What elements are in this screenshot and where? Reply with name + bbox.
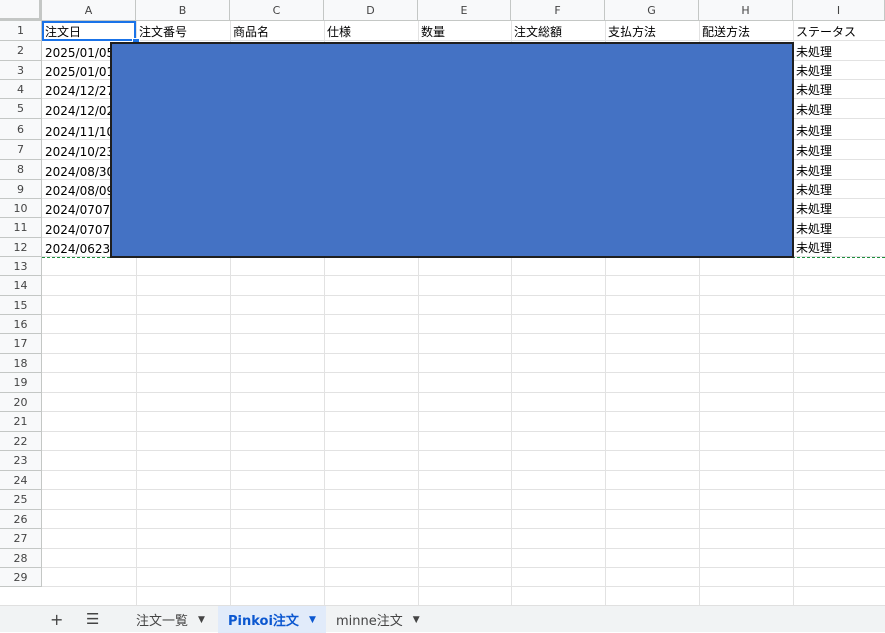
row-gridline bbox=[42, 295, 885, 296]
row-header-18[interactable]: 18 bbox=[0, 354, 42, 373]
column-header-f[interactable]: F bbox=[511, 0, 605, 21]
row-gridline bbox=[42, 333, 885, 334]
tab-order-list[interactable]: 注文一覧 ▼ bbox=[126, 606, 215, 633]
row-header-21[interactable]: 21 bbox=[0, 412, 42, 432]
status-cell[interactable]: 未処理 bbox=[793, 180, 885, 199]
row-header-2[interactable]: 2 bbox=[0, 41, 42, 61]
row-gridline bbox=[42, 314, 885, 315]
row-gridline bbox=[42, 548, 885, 549]
header-cell[interactable]: 商品名 bbox=[230, 21, 324, 41]
status-cell[interactable]: 未処理 bbox=[793, 119, 885, 140]
row-header-12[interactable]: 12 bbox=[0, 238, 42, 257]
row-gridline bbox=[42, 528, 885, 529]
column-header-d[interactable]: D bbox=[324, 0, 418, 21]
row-header-13[interactable]: 13 bbox=[0, 257, 42, 276]
column-header-a[interactable]: A bbox=[42, 0, 136, 21]
row-gridline bbox=[42, 431, 885, 432]
header-cell[interactable]: 仕様 bbox=[324, 21, 418, 41]
spreadsheet-grid[interactable]: A B C D E F G H I 1 2 3 4 5 6 7 8 9 10 11 12 13 14 15 16 17 18 19 20… bbox=[0, 0, 885, 605]
status-cell[interactable]: 未処理 bbox=[793, 41, 885, 61]
row-header-25[interactable]: 25 bbox=[0, 490, 42, 510]
chevron-down-icon[interactable]: ▼ bbox=[309, 615, 316, 625]
row-header-22[interactable]: 22 bbox=[0, 432, 42, 451]
row-header-20[interactable]: 20 bbox=[0, 393, 42, 412]
row-header-11[interactable]: 11 bbox=[0, 218, 42, 238]
column-header-g[interactable]: G bbox=[605, 0, 699, 21]
status-cell[interactable]: 未処理 bbox=[793, 160, 885, 180]
header-cell[interactable]: 注文総額 bbox=[511, 21, 605, 41]
row-gridline bbox=[42, 411, 885, 412]
status-cell[interactable]: 未処理 bbox=[793, 218, 885, 238]
sheet-tab-bar: + ☰ 注文一覧 ▼ Pinkoi注文 ▼ minne注文 ▼ bbox=[0, 605, 885, 633]
tab-label: 注文一覧 bbox=[136, 614, 189, 629]
tab-minne-orders[interactable]: minne注文 ▼ bbox=[326, 606, 430, 633]
header-cell[interactable]: 注文番号 bbox=[136, 21, 230, 41]
row-gridline bbox=[42, 586, 885, 587]
row-header-15[interactable]: 15 bbox=[0, 296, 42, 315]
row-gridline bbox=[42, 567, 885, 568]
column-header-c[interactable]: C bbox=[230, 0, 324, 21]
hamburger-menu-icon[interactable]: ☰ bbox=[86, 610, 99, 628]
header-cell[interactable]: ステータス bbox=[793, 21, 885, 41]
row-header-10[interactable]: 10 bbox=[0, 199, 42, 218]
row-header-9[interactable]: 9 bbox=[0, 180, 42, 199]
row-header-27[interactable]: 27 bbox=[0, 529, 42, 549]
selected-cell-outline bbox=[42, 21, 136, 41]
row-gridline bbox=[42, 392, 885, 393]
header-cell[interactable]: 支払方法 bbox=[605, 21, 699, 41]
row-header-5[interactable]: 5 bbox=[0, 99, 42, 119]
row-header-23[interactable]: 23 bbox=[0, 451, 42, 471]
row-header-28[interactable]: 28 bbox=[0, 549, 42, 568]
column-header-b[interactable]: B bbox=[136, 0, 230, 21]
row-gridline bbox=[42, 353, 885, 354]
row-gridline bbox=[42, 509, 885, 510]
row-gridline bbox=[42, 372, 885, 373]
row-header-26[interactable]: 26 bbox=[0, 510, 42, 529]
column-header-h[interactable]: H bbox=[699, 0, 793, 21]
row-header-1[interactable]: 1 bbox=[0, 21, 42, 41]
status-cell[interactable]: 未処理 bbox=[793, 238, 885, 257]
column-header-e[interactable]: E bbox=[418, 0, 511, 21]
header-cell[interactable]: 配送方法 bbox=[699, 21, 793, 41]
status-cell[interactable]: 未処理 bbox=[793, 140, 885, 160]
row-gridline bbox=[42, 450, 885, 451]
row-header-14[interactable]: 14 bbox=[0, 276, 42, 296]
row-header-7[interactable]: 7 bbox=[0, 140, 42, 160]
select-all-corner[interactable] bbox=[0, 0, 42, 21]
row-header-8[interactable]: 8 bbox=[0, 160, 42, 180]
chevron-down-icon[interactable]: ▼ bbox=[198, 615, 205, 625]
row-gridline bbox=[42, 275, 885, 276]
tab-label: minne注文 bbox=[336, 614, 403, 629]
plus-icon[interactable]: + bbox=[50, 610, 63, 629]
status-cell[interactable]: 未処理 bbox=[793, 61, 885, 80]
row-header-16[interactable]: 16 bbox=[0, 315, 42, 334]
header-cell[interactable]: 数量 bbox=[418, 21, 511, 41]
row-header-6[interactable]: 6 bbox=[0, 119, 42, 140]
column-header-i[interactable]: I bbox=[793, 0, 885, 21]
row-header-3[interactable]: 3 bbox=[0, 61, 42, 80]
row-header-4[interactable]: 4 bbox=[0, 80, 42, 99]
status-cell[interactable]: 未処理 bbox=[793, 80, 885, 99]
status-cell[interactable]: 未処理 bbox=[793, 99, 885, 119]
row-header-24[interactable]: 24 bbox=[0, 471, 42, 490]
row-header-19[interactable]: 19 bbox=[0, 373, 42, 393]
status-cell[interactable]: 未処理 bbox=[793, 199, 885, 218]
row-gridline bbox=[42, 470, 885, 471]
row-header-29[interactable]: 29 bbox=[0, 568, 42, 587]
redaction-block bbox=[110, 42, 794, 258]
row-header-17[interactable]: 17 bbox=[0, 334, 42, 354]
row-gridline bbox=[42, 489, 885, 490]
tab-label: Pinkoi注文 bbox=[228, 614, 299, 629]
tab-pinkoi-orders[interactable]: Pinkoi注文 ▼ bbox=[218, 606, 326, 633]
chevron-down-icon[interactable]: ▼ bbox=[413, 615, 420, 625]
